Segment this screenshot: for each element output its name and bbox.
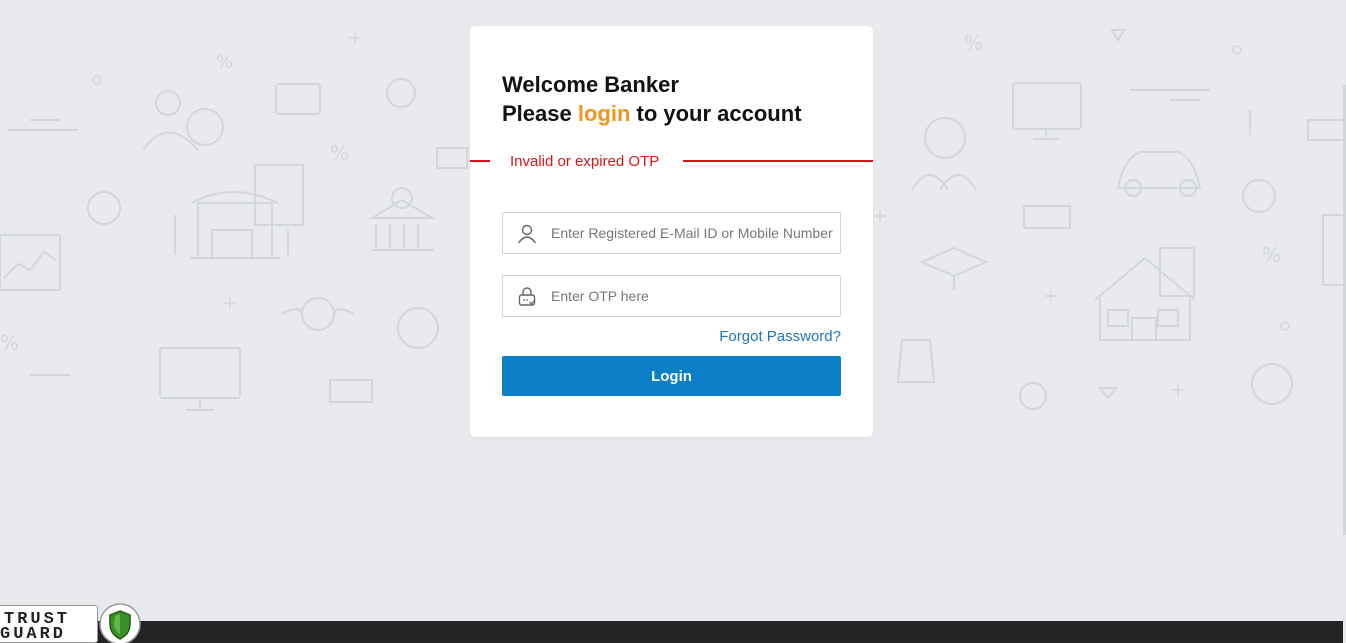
svg-text:%: % bbox=[964, 31, 983, 55]
email-input[interactable] bbox=[551, 213, 836, 253]
email-field[interactable] bbox=[502, 212, 841, 254]
prompt-login-word: login bbox=[577, 101, 631, 126]
otp-field[interactable] bbox=[502, 275, 841, 317]
otp-input[interactable] bbox=[551, 276, 836, 316]
forgot-password-link[interactable]: Forgot Password? bbox=[719, 328, 841, 345]
prompt-suffix: to your account bbox=[630, 101, 802, 126]
welcome-heading: Welcome Banker Please login to your acco… bbox=[502, 70, 802, 128]
badge-line-2: GUARD bbox=[0, 625, 67, 643]
svg-text:%: % bbox=[330, 141, 349, 165]
error-divider-right bbox=[683, 160, 873, 162]
svg-text:%: % bbox=[216, 52, 233, 73]
svg-text:%: % bbox=[0, 331, 19, 355]
login-card: Welcome Banker Please login to your acco… bbox=[470, 26, 873, 437]
prompt-prefix: Please bbox=[502, 101, 578, 126]
welcome-line: Welcome Banker bbox=[502, 72, 679, 97]
login-prompt: Please login to your account bbox=[502, 99, 802, 128]
trust-badge-box: TRUST GUARD bbox=[0, 605, 98, 643]
trust-guard-badge[interactable]: TRUST GUARD bbox=[0, 601, 145, 643]
lock-icon bbox=[518, 287, 536, 306]
error-divider-left bbox=[470, 160, 490, 162]
footer-bar bbox=[0, 621, 1343, 643]
user-icon bbox=[517, 224, 537, 244]
shield-icon bbox=[99, 603, 141, 643]
svg-text:%: % bbox=[1262, 243, 1281, 267]
login-button[interactable]: Login bbox=[502, 356, 841, 396]
error-message: Invalid or expired OTP bbox=[510, 153, 660, 170]
